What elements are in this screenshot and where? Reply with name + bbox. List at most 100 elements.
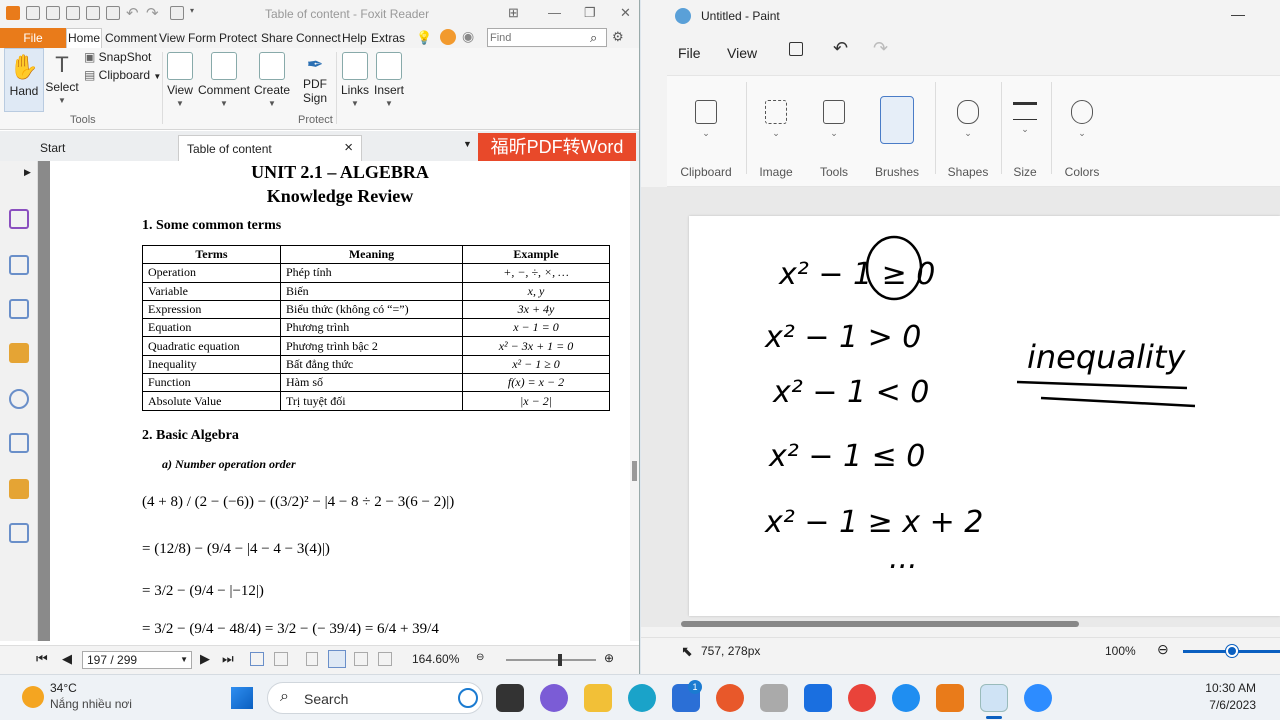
fit-icon[interactable] <box>274 652 288 666</box>
minimize-icon[interactable]: — <box>548 5 561 20</box>
firefox-icon[interactable] <box>716 684 744 712</box>
colors-group[interactable]: ⌄ Colors <box>1055 76 1109 188</box>
menu-connect[interactable]: Connect <box>296 31 341 45</box>
tab-table-of-content[interactable]: Table of content × <box>178 135 362 161</box>
account-icon[interactable]: ◉ <box>462 28 474 45</box>
view-button[interactable]: View ▼ <box>164 48 196 108</box>
zoom-slider-track[interactable] <box>506 659 596 661</box>
lightbulb-icon[interactable]: 💡 <box>416 30 432 46</box>
layers-icon[interactable] <box>9 299 29 319</box>
foxit-taskbar-icon[interactable] <box>936 684 964 712</box>
pages-icon[interactable] <box>9 255 29 275</box>
bookmark-icon[interactable] <box>9 209 29 229</box>
select-tool-button[interactable]: T Select ▼ <box>44 48 80 105</box>
size-group[interactable]: ⌄ Size <box>1005 76 1045 188</box>
zoom-out-icon[interactable]: ⊖ <box>476 652 484 663</box>
zoom-in-icon[interactable]: ⊕ <box>604 651 614 665</box>
menu-comment[interactable]: Comment <box>105 31 157 45</box>
zoom-out-icon[interactable]: ⊖ <box>1157 641 1169 658</box>
reflow-icon[interactable] <box>250 652 264 666</box>
horizontal-scrollbar[interactable] <box>681 621 1079 627</box>
facing-icon[interactable] <box>354 652 368 666</box>
menu-share[interactable]: Share <box>261 31 293 45</box>
page-number-field[interactable]: 197 / 299 ▼ <box>82 651 192 669</box>
chrome-icon[interactable] <box>848 684 876 712</box>
clipboard-button[interactable]: ▤ Clipboard ▼ <box>84 68 161 82</box>
gear-icon[interactable]: ⚙ <box>612 29 624 45</box>
clock-date[interactable]: 7/6/2023 <box>1196 698 1256 712</box>
clipboard-group[interactable]: ⌄ Clipboard <box>677 76 735 188</box>
weather-sun-icon[interactable] <box>22 686 44 708</box>
menu-view[interactable]: View <box>159 31 185 45</box>
comment-button[interactable]: Comment ▼ <box>197 48 251 108</box>
taskbar-search-box[interactable]: ⌕ Search <box>267 682 483 714</box>
customize-toolbar-icon[interactable]: ▾ <box>190 6 194 15</box>
continuous-facing-icon[interactable] <box>378 652 392 666</box>
zoom-level[interactable]: 164.60% <box>412 652 459 666</box>
close-window-icon[interactable]: ✕ <box>620 5 631 21</box>
zoom-icon[interactable] <box>1024 684 1052 712</box>
vertical-scrollbar[interactable] <box>630 161 639 641</box>
last-page-icon[interactable]: ⏭ <box>222 651 234 667</box>
previous-page-icon[interactable]: ◀ <box>62 651 72 667</box>
print-icon[interactable] <box>66 6 80 20</box>
search-icon[interactable]: ⌕ <box>590 30 597 46</box>
clock-time[interactable]: 10:30 AM <box>1196 681 1256 695</box>
signature-icon[interactable] <box>9 523 29 543</box>
hand-tool-button[interactable]: ✋ Hand <box>4 48 44 112</box>
pdf-to-word-banner[interactable]: 福昕PDF转Word <box>478 133 636 161</box>
comments-icon[interactable] <box>9 343 29 363</box>
teams-chat-icon[interactable] <box>540 684 568 712</box>
zoom-slider-thumb[interactable] <box>1226 645 1238 657</box>
file-explorer-icon[interactable] <box>584 684 612 712</box>
pdf-sign-button[interactable]: ✒ PDF Sign <box>296 48 334 105</box>
undo-icon[interactable]: ↶ <box>833 38 848 59</box>
menu-form[interactable]: Form <box>188 31 216 45</box>
scroll-thumb[interactable] <box>632 461 637 481</box>
zoom-slider-thumb[interactable] <box>558 654 562 666</box>
shapes-group[interactable]: ⌄ Shapes <box>939 76 997 188</box>
snapshot-button[interactable]: ▣ SnapShot <box>84 50 151 64</box>
single-page-icon[interactable] <box>306 652 318 666</box>
menu-file[interactable]: File <box>0 28 66 48</box>
save-icon[interactable] <box>789 42 803 56</box>
email-icon[interactable] <box>86 6 100 20</box>
zalo-icon[interactable] <box>892 684 920 712</box>
tools-group[interactable]: ⌄ Tools <box>809 76 859 188</box>
menu-protect[interactable]: Protect <box>219 31 257 45</box>
lock-icon[interactable] <box>9 479 29 499</box>
task-view-icon[interactable] <box>496 684 524 712</box>
continuous-icon[interactable] <box>328 650 346 668</box>
maximize-icon[interactable]: ❐ <box>584 5 596 21</box>
undo-icon[interactable]: ↶ <box>126 4 139 22</box>
amazon-icon[interactable] <box>760 684 788 712</box>
create-button[interactable]: Create ▼ <box>252 48 292 108</box>
first-page-icon[interactable]: ⏮ <box>36 651 48 667</box>
find-input[interactable] <box>488 29 588 46</box>
redo-icon[interactable]: ↷ <box>146 4 159 22</box>
menu-home[interactable]: Home <box>68 31 100 45</box>
hand-quick-icon[interactable] <box>170 6 184 20</box>
dropbox-icon[interactable] <box>804 684 832 712</box>
ribbon-toggle-icon[interactable]: ⊞ <box>508 5 519 21</box>
weather-temp[interactable]: 34°C <box>50 681 77 695</box>
open-icon[interactable] <box>26 6 40 20</box>
next-page-icon[interactable]: ▶ <box>200 651 210 667</box>
attachment-icon[interactable] <box>9 389 29 409</box>
tab-start[interactable]: Start <box>32 135 172 161</box>
close-tab-icon[interactable]: × <box>344 139 353 156</box>
menu-extras[interactable]: Extras <box>371 31 405 45</box>
brushes-group[interactable]: Brushes <box>867 76 927 188</box>
windows-start-icon[interactable] <box>231 687 253 709</box>
redo-icon[interactable]: ↷ <box>873 38 888 59</box>
tab-list-chevron-icon[interactable]: ▼ <box>463 139 472 149</box>
image-group[interactable]: ⌄ Image <box>751 76 801 188</box>
edge-icon[interactable] <box>628 684 656 712</box>
expand-pane-icon[interactable]: ▶ <box>24 167 31 178</box>
menu-help[interactable]: Help <box>342 31 367 45</box>
paint-taskbar-icon[interactable] <box>980 684 1008 712</box>
close-doc-icon[interactable] <box>106 6 120 20</box>
smiley-icon[interactable] <box>440 29 456 45</box>
save-icon[interactable] <box>46 6 60 20</box>
weather-desc[interactable]: Nắng nhiều nơi <box>50 697 132 711</box>
